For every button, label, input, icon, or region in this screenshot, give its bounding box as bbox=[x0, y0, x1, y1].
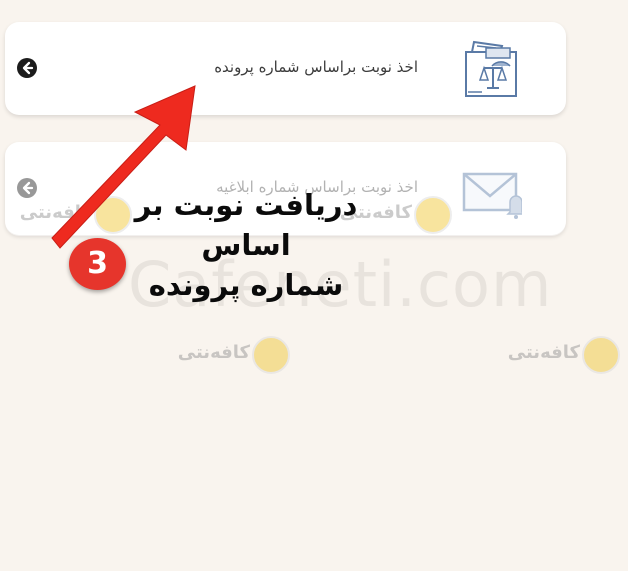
watermark-logo: کافه‌نتی bbox=[176, 334, 290, 374]
coin-icon bbox=[582, 336, 620, 374]
envelope-bell-icon bbox=[462, 172, 522, 219]
arrow-left-circle-icon[interactable] bbox=[16, 57, 38, 79]
caption-line-2: شماره پرونده bbox=[148, 268, 344, 302]
card-label: اخذ نوبت براساس شماره پرونده bbox=[214, 58, 418, 76]
coin-icon bbox=[252, 336, 290, 374]
case-number-appointment-card[interactable]: اخذ نوبت براساس شماره پرونده bbox=[5, 22, 566, 115]
coin-icon bbox=[414, 196, 452, 234]
step-number-badge: 3 bbox=[69, 238, 126, 290]
legal-document-icon bbox=[465, 40, 517, 97]
annotation-caption: دریافت نوبت بر اساس شماره پرونده bbox=[100, 185, 392, 305]
caption-line-1: دریافت نوبت بر اساس bbox=[134, 188, 358, 262]
watermark-logo: کافه‌نتی bbox=[506, 334, 620, 374]
